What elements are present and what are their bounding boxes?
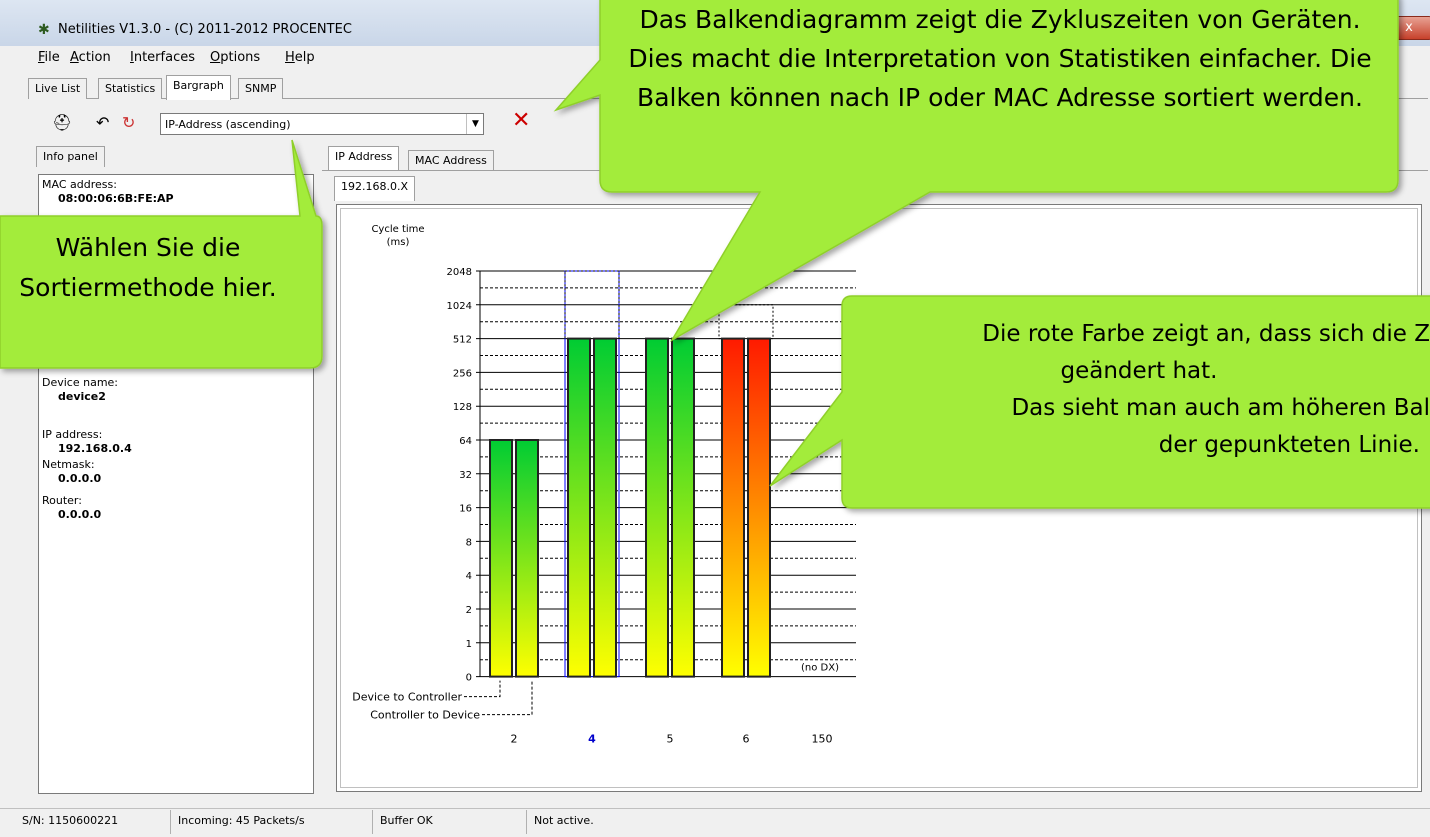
callout-right-line-2: geändert hat. <box>1060 358 1218 384</box>
callout-left-text: Wählen Sie die Sortiermethode hier. <box>19 233 277 302</box>
callout-top-text: Das Balkendiagramm zeigt die Zykluszeite… <box>628 5 1372 112</box>
callout-right-text: Die rote Farbe zeigt an, dass sich die Z… <box>848 316 1430 464</box>
callout-right-line-3: Das sieht man auch am höheren Bal <box>1011 395 1430 421</box>
callout-right-line-1: Die rote Farbe zeigt an, dass sich die Z <box>982 321 1430 347</box>
callout-right-line-4: der gepunkteten Linie. <box>1158 432 1420 458</box>
